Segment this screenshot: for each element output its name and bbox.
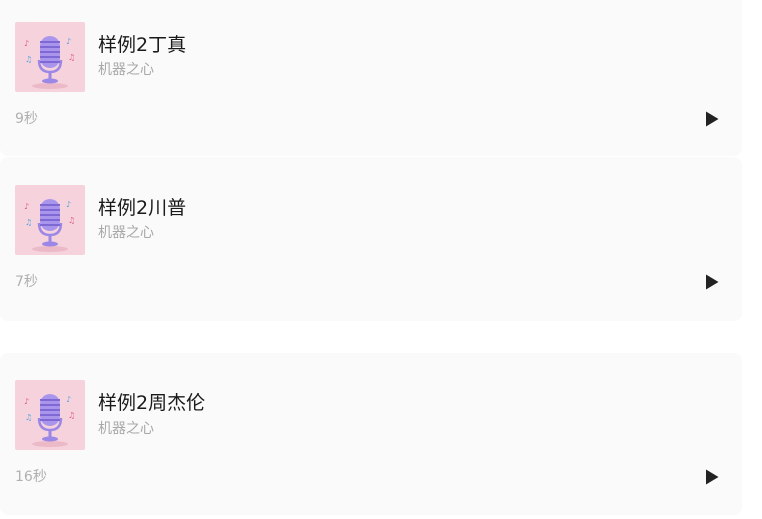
play-button[interactable] (703, 273, 721, 291)
svg-text:♪: ♪ (24, 397, 29, 406)
microphone-icon: ♪ ♫ ♪ ♫ (15, 380, 85, 450)
microphone-icon: ♪ ♫ ♪ ♫ (15, 185, 85, 255)
audio-duration: 7秒 (15, 274, 38, 290)
audio-title: 样例2周杰伦 (98, 392, 206, 414)
audio-author: 机器之心 (98, 62, 154, 78)
audio-title: 样例2川普 (98, 197, 187, 219)
svg-text:♪: ♪ (66, 37, 71, 46)
audio-list: ♪ ♫ ♪ ♫ 样例2丁真 机器之心 9秒 ♪ ♫ ♪ ♫ 样例2川普 机器之心… (0, 0, 762, 519)
svg-text:♪: ♪ (24, 202, 29, 211)
audio-card[interactable]: ♪ ♫ ♪ ♫ 样例2周杰伦 机器之心 16秒 (0, 353, 742, 515)
svg-text:♫: ♫ (25, 55, 32, 64)
svg-text:♫: ♫ (25, 218, 32, 227)
audio-title: 样例2丁真 (98, 34, 187, 56)
svg-text:♫: ♫ (68, 53, 75, 62)
audio-card[interactable]: ♪ ♫ ♪ ♫ 样例2川普 机器之心 7秒 (0, 157, 742, 321)
audio-duration: 16秒 (15, 469, 47, 485)
cover-thumbnail: ♪ ♫ ♪ ♫ (15, 185, 85, 255)
play-icon (706, 274, 719, 290)
audio-duration: 9秒 (15, 111, 38, 127)
play-button[interactable] (703, 468, 721, 486)
play-button[interactable] (703, 110, 721, 128)
svg-text:♪: ♪ (66, 395, 71, 404)
microphone-icon: ♪ ♫ ♪ ♫ (15, 22, 85, 92)
audio-author: 机器之心 (98, 421, 154, 437)
audio-author: 机器之心 (98, 225, 154, 241)
svg-text:♪: ♪ (66, 200, 71, 209)
cover-thumbnail: ♪ ♫ ♪ ♫ (15, 380, 85, 450)
audio-card[interactable]: ♪ ♫ ♪ ♫ 样例2丁真 机器之心 9秒 (0, 0, 742, 156)
svg-text:♫: ♫ (68, 411, 75, 420)
play-icon (706, 469, 719, 485)
svg-text:♫: ♫ (68, 216, 75, 225)
cover-thumbnail: ♪ ♫ ♪ ♫ (15, 22, 85, 92)
svg-text:♪: ♪ (24, 39, 29, 48)
svg-text:♫: ♫ (25, 413, 32, 422)
play-icon (706, 111, 719, 127)
